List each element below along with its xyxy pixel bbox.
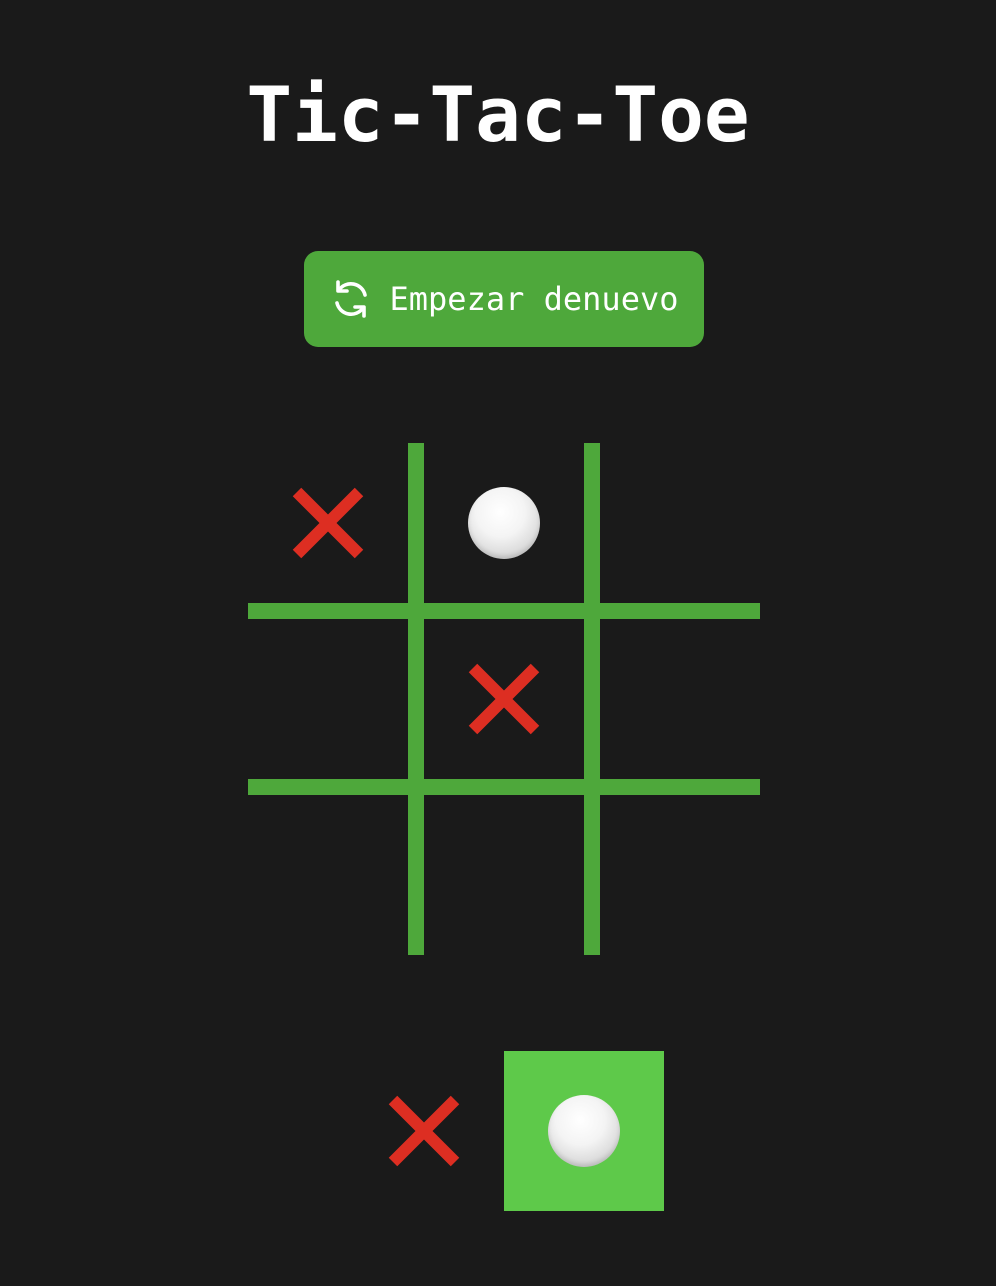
cell-0-1[interactable]	[424, 443, 584, 603]
cell-2-2[interactable]	[600, 795, 760, 955]
cell-0-2[interactable]	[600, 443, 760, 603]
refresh-icon	[334, 280, 367, 318]
cell-1-1[interactable]	[424, 619, 584, 779]
o-mark-icon	[548, 1095, 620, 1167]
o-mark-icon	[468, 487, 540, 559]
turn-indicator-o	[504, 1051, 664, 1211]
game-board	[248, 443, 760, 955]
turn-indicator-x	[344, 1051, 504, 1211]
cell-2-0[interactable]	[248, 795, 408, 955]
restart-button-label: Empezar denuevo	[389, 280, 679, 318]
cell-1-0[interactable]	[248, 619, 408, 779]
cell-1-2[interactable]	[600, 619, 760, 779]
grid-line-vertical-2	[584, 443, 600, 955]
grid-line-horizontal-1	[248, 603, 760, 619]
page-title: Tic-Tac-Toe	[246, 70, 750, 159]
cell-2-1[interactable]	[424, 795, 584, 955]
x-mark-icon	[468, 663, 540, 735]
grid-line-horizontal-2	[248, 779, 760, 795]
grid-line-vertical-1	[408, 443, 424, 955]
x-mark-icon	[388, 1095, 460, 1167]
restart-button[interactable]: Empezar denuevo	[304, 251, 704, 347]
cell-0-0[interactable]	[248, 443, 408, 603]
x-mark-icon	[292, 487, 364, 559]
